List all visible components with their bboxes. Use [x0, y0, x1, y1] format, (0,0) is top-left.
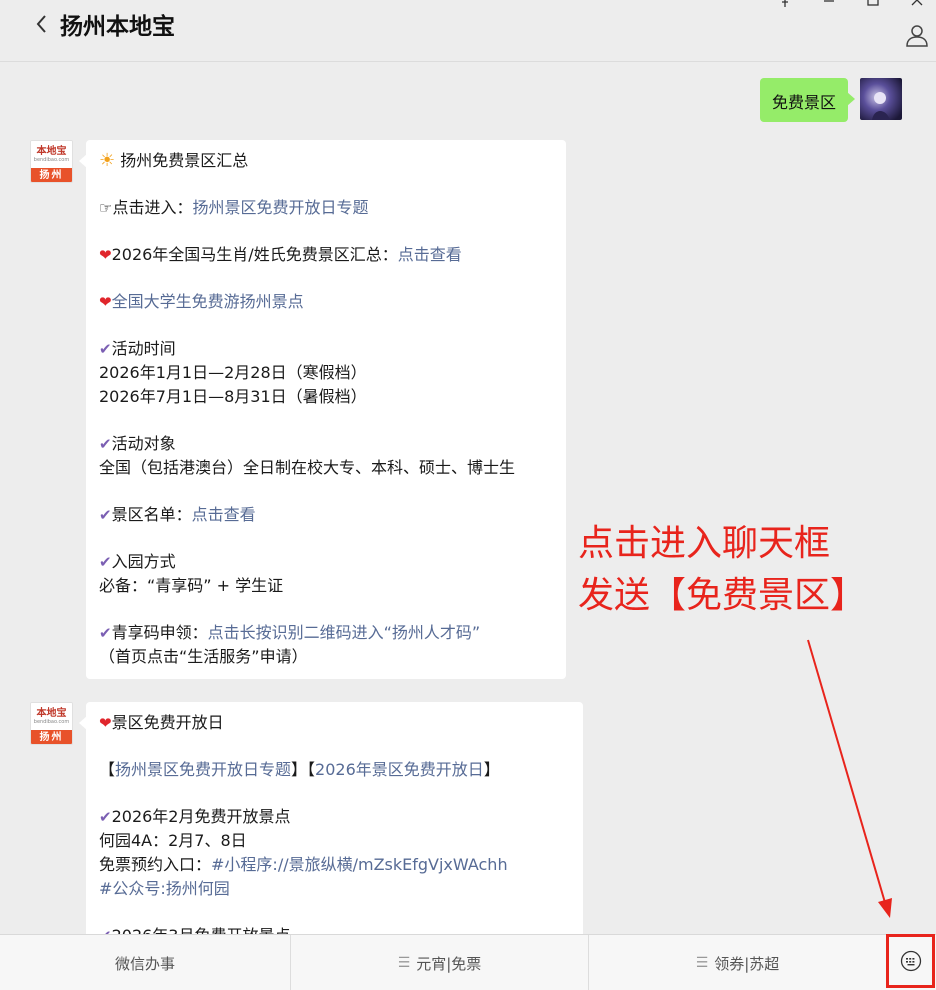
person-icon [906, 25, 928, 47]
back-button[interactable] [30, 10, 54, 38]
link-scenic-list[interactable]: 点击查看 [192, 505, 256, 524]
incoming-message-row: 本地宝 bendibao.com 扬州 ❤景区免费开放日 【扬州景区免费开放日专题… [30, 702, 583, 934]
close-icon[interactable] [910, 0, 924, 8]
bot-avatar[interactable]: 本地宝 bendibao.com 扬州 [30, 140, 73, 183]
menu-list-icon: ☰ [695, 955, 709, 971]
menu-wechat-services[interactable]: 微信办事 [0, 935, 291, 990]
pin-icon[interactable] [778, 0, 792, 8]
heart-icon: ❤ [99, 714, 112, 732]
link-student-free[interactable]: 全国大学生免费游扬州景点 [112, 292, 304, 311]
bottom-menu-bar: 微信办事 ☰ 元宵|免票 ☰ 领券|苏超 [0, 934, 936, 990]
check-icon: ✔ [99, 506, 112, 524]
menu-lantern-free-ticket[interactable]: ☰ 元宵|免票 [291, 935, 589, 990]
link-view-zodiac[interactable]: 点击查看 [398, 245, 462, 264]
link-official-account[interactable]: #公众号:扬州何园 [99, 879, 230, 898]
outgoing-message-bubble[interactable]: 免费景区 [759, 78, 856, 122]
check-icon: ✔ [99, 808, 112, 826]
bot-avatar[interactable]: 本地宝 bendibao.com 扬州 [30, 702, 73, 745]
menu-coupon-suchao[interactable]: ☰ 领券|苏超 [589, 935, 886, 990]
profile-button[interactable] [904, 22, 930, 48]
check-icon: ✔ [99, 553, 112, 571]
sun-icon: ☀ [99, 150, 116, 171]
incoming-message-bubble: ❤景区免费开放日 【扬州景区免费开放日专题】【2026年景区免费开放日】 ✔20… [79, 702, 583, 934]
keyboard-toggle-button[interactable] [886, 934, 935, 988]
incoming-message-row: 本地宝 bendibao.com 扬州 ☀ 扬州免费景区汇总 ☞点击进入：扬州景区… [30, 140, 566, 679]
link-free-day-topic[interactable]: 扬州景区免费开放日专题 [192, 198, 368, 217]
link-2026-free-days[interactable]: 2026年景区免费开放日 [315, 760, 484, 779]
outgoing-message-row: 免费景区 [759, 78, 902, 122]
check-icon: ✔ [99, 435, 112, 453]
check-icon: ✔ [99, 340, 112, 358]
annotation-text: 点击进入聊天框 发送【免费景区】 [578, 523, 867, 616]
chat-title: 扬州本地宝 [60, 14, 175, 40]
user-avatar[interactable] [860, 78, 902, 120]
chat-area[interactable]: 免费景区 本地宝 bendibao.com 扬州 ☀ 扬州免费景区汇总 ☞点击进… [0, 62, 936, 934]
heart-icon: ❤ [99, 293, 112, 311]
minimize-icon[interactable] [822, 0, 836, 8]
link-mini-program[interactable]: #小程序://景旅纵横/mZskEfgVjxWAchh [211, 855, 508, 874]
link-free-day-topic[interactable]: 扬州景区免费开放日专题 [115, 760, 291, 779]
incoming-message-bubble: ☀ 扬州免费景区汇总 ☞点击进入：扬州景区免费开放日专题 ❤2026年全国马生肖… [79, 140, 566, 679]
check-icon: ✔ [99, 624, 112, 642]
window-controls [778, 0, 924, 8]
maximize-icon[interactable] [866, 0, 880, 8]
link-talent-code[interactable]: 点击长按识别二维码进入“扬州人才码” [208, 623, 481, 642]
check-icon: ✔ [99, 927, 112, 934]
pointing-hand-icon: ☞ [99, 199, 113, 217]
heart-icon: ❤ [99, 246, 112, 264]
keyboard-icon [900, 950, 921, 972]
chevron-left-icon [36, 15, 46, 33]
chat-header: 扬州本地宝 [0, 0, 936, 62]
menu-list-icon: ☰ [397, 955, 411, 971]
